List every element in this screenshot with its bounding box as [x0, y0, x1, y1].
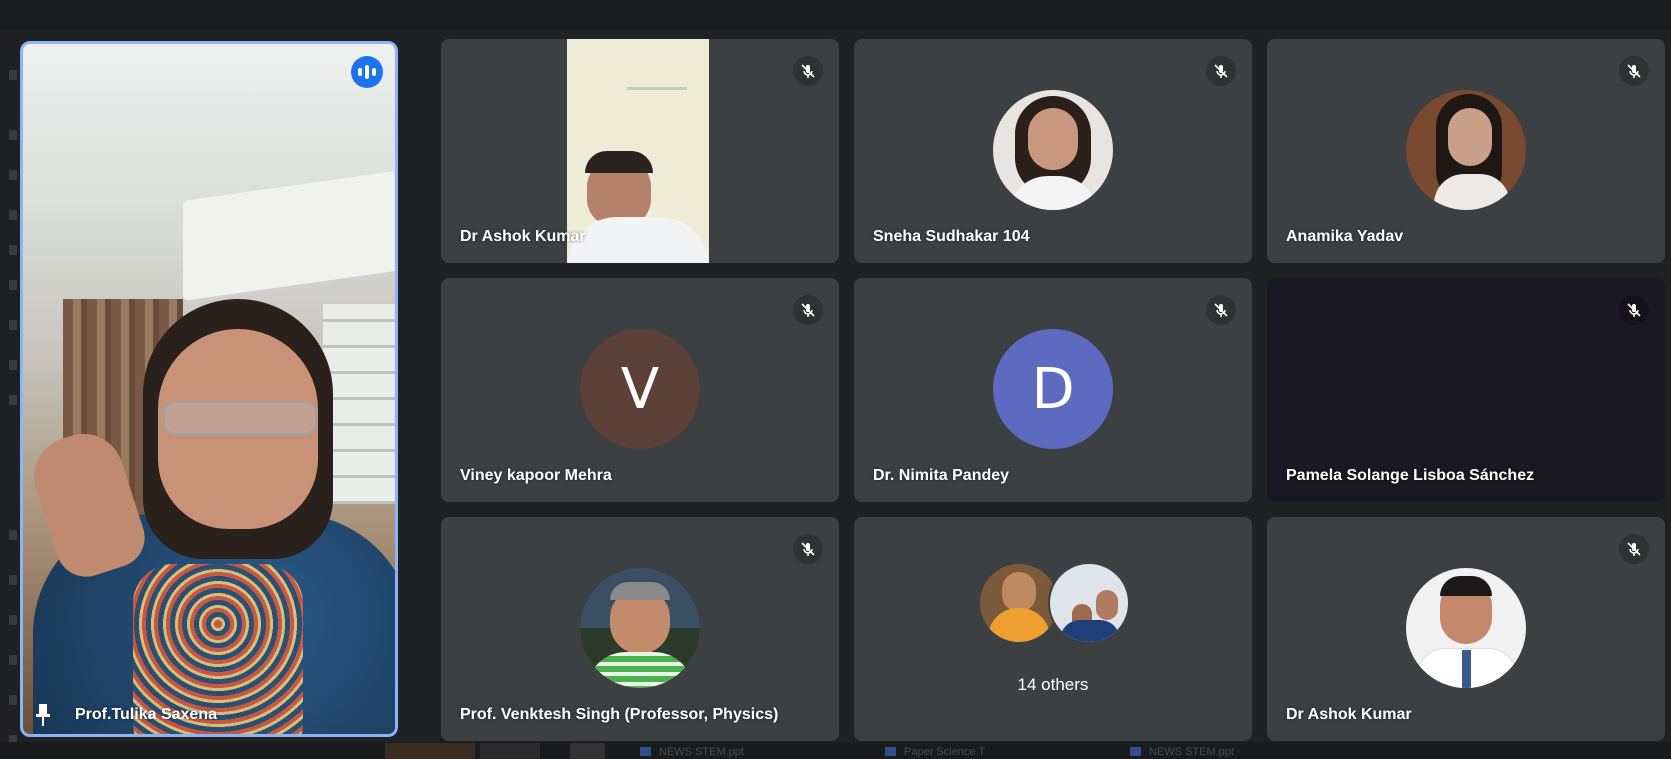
- others-count: 14 others: [1017, 675, 1089, 694]
- background-taskbar-strip: NEWS STEM.ppt Paper Science T NEWS STEM.…: [0, 742, 1671, 759]
- participant-avatar: [580, 568, 700, 688]
- participant-tile[interactable]: V Viney kapoor Mehra: [441, 278, 839, 502]
- participant-name: Sneha Sudhakar 104: [873, 228, 1030, 245]
- participant-tile[interactable]: Sneha Sudhakar 104: [854, 39, 1252, 263]
- participant-name: Anamika Yadav: [1286, 228, 1404, 245]
- mic-off-icon: [1206, 295, 1236, 325]
- pinned-participant-tile[interactable]: Prof.Tulika Saxena: [20, 41, 398, 737]
- background-window-strip: [0, 30, 20, 759]
- mic-off-icon: [793, 534, 823, 564]
- background-air-conditioner: [183, 167, 395, 301]
- mic-off-icon: [793, 295, 823, 325]
- participant-avatar: [1048, 562, 1130, 644]
- top-bar: [0, 0, 1671, 30]
- participant-name: Dr Ashok Kumar: [1286, 706, 1412, 723]
- participant-name: Prof. Venktesh Singh (Professor, Physics…: [460, 706, 779, 723]
- participant-tile[interactable]: Pamela Solange Lisboa Sánchez: [1267, 278, 1665, 502]
- participant-avatar: [1406, 568, 1526, 688]
- mic-off-icon: [1619, 534, 1649, 564]
- participant-tile[interactable]: D Dr. Nimita Pandey: [854, 278, 1252, 502]
- background-window: [323, 304, 395, 504]
- participant-name: Pamela Solange Lisboa Sánchez: [1286, 467, 1535, 484]
- participant-tile[interactable]: Dr Ashok Kumar: [441, 39, 839, 263]
- others-tile[interactable]: 14 others: [854, 517, 1252, 741]
- participant-avatar: [1406, 90, 1526, 210]
- participant-name: Viney kapoor Mehra: [460, 467, 612, 484]
- participant-initial-avatar: V: [580, 329, 700, 449]
- participant-name: Dr. Nimita Pandey: [873, 467, 1010, 484]
- mic-off-icon: [1619, 56, 1649, 86]
- participant-initial-avatar: D: [993, 329, 1113, 449]
- mic-off-icon: [1619, 295, 1649, 325]
- participant-name: Dr Ashok Kumar: [460, 228, 586, 245]
- participant-name: Prof.Tulika Saxena: [75, 706, 217, 723]
- speaking-indicator-icon: [351, 56, 383, 88]
- mic-off-icon: [1206, 56, 1236, 86]
- participant-avatar: [993, 90, 1113, 210]
- participant-tile[interactable]: Prof. Venktesh Singh (Professor, Physics…: [441, 517, 839, 741]
- pin-icon[interactable]: [36, 704, 50, 726]
- participant-video: [567, 39, 709, 263]
- participant-tile[interactable]: Dr Ashok Kumar: [1267, 517, 1665, 741]
- others-avatars: [978, 562, 1130, 644]
- mic-off-icon: [793, 56, 823, 86]
- participant-glasses: [163, 401, 317, 435]
- participant-tile[interactable]: Anamika Yadav: [1267, 39, 1665, 263]
